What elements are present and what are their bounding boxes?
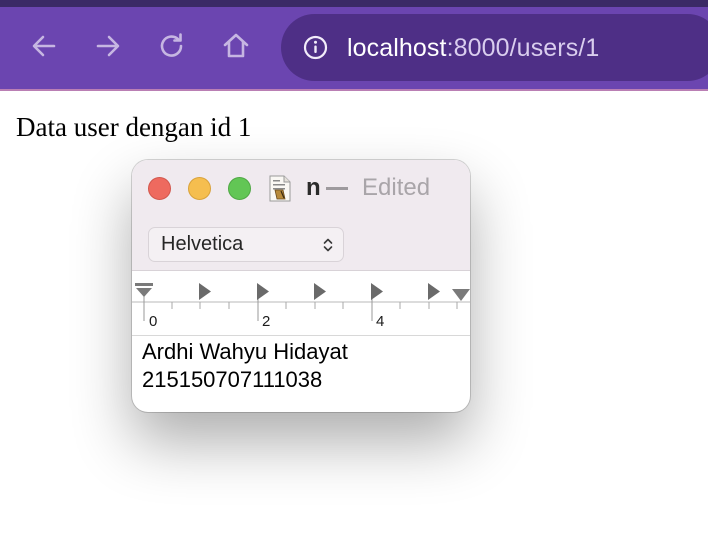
title-separator xyxy=(326,187,348,190)
home-button[interactable] xyxy=(220,30,252,62)
info-icon[interactable] xyxy=(303,35,328,60)
chevron-updown-icon xyxy=(323,238,333,252)
zoom-window-button[interactable] xyxy=(228,177,251,200)
address-bar[interactable]: localhost:8000/users/1 xyxy=(281,14,708,81)
reload-icon xyxy=(160,33,183,57)
font-family-value: Helvetica xyxy=(161,233,244,255)
back-arrow-icon xyxy=(32,35,56,57)
url-path: :8000/users/1 xyxy=(446,34,600,62)
tab-stop xyxy=(257,283,269,300)
page-text: Data user dengan id 1 xyxy=(16,112,252,142)
ruler-label: 4 xyxy=(376,313,385,330)
home-icon xyxy=(223,33,249,58)
reload-button[interactable] xyxy=(156,30,188,62)
tab-stop xyxy=(199,283,211,300)
forward-button[interactable] xyxy=(92,30,124,62)
tab-stop xyxy=(371,283,383,300)
document-icon[interactable] xyxy=(269,175,291,202)
indent-marker xyxy=(135,283,153,286)
document-line: 215150707111038 xyxy=(142,367,323,392)
right-margin-marker xyxy=(452,289,470,301)
textedit-titlebar[interactable]: n Edited Helvetica xyxy=(132,160,470,271)
indent-marker xyxy=(136,288,152,297)
ruler-label: 2 xyxy=(262,313,271,330)
tab-stop xyxy=(428,283,440,300)
back-button[interactable] xyxy=(28,30,60,62)
document-status: Edited xyxy=(362,174,431,201)
forward-arrow-icon xyxy=(96,35,120,57)
ruler-label: 0 xyxy=(149,313,158,330)
browser-top-edge xyxy=(0,0,708,7)
document-line: Ardhi Wahyu Hidayat xyxy=(142,339,348,364)
ruler[interactable]: 0 2 4 xyxy=(132,271,470,336)
url-text[interactable]: localhost:8000/users/1 xyxy=(347,33,599,63)
url-host: localhost xyxy=(347,34,447,62)
font-family-select[interactable]: Helvetica xyxy=(148,227,344,262)
textedit-window[interactable]: n Edited Helvetica 0 2 4 Ardhi Wahyu Hid… xyxy=(132,160,470,412)
document-title: n xyxy=(306,174,321,201)
ruler-graphic xyxy=(132,283,470,321)
tab-stop xyxy=(314,283,326,300)
browser-toolbar: localhost:8000/users/1 xyxy=(0,0,708,91)
close-window-button[interactable] xyxy=(148,177,171,200)
document-body[interactable]: Ardhi Wahyu Hidayat 215150707111038 xyxy=(142,338,348,394)
browser-bottom-edge xyxy=(0,89,708,91)
minimize-window-button[interactable] xyxy=(188,177,211,200)
